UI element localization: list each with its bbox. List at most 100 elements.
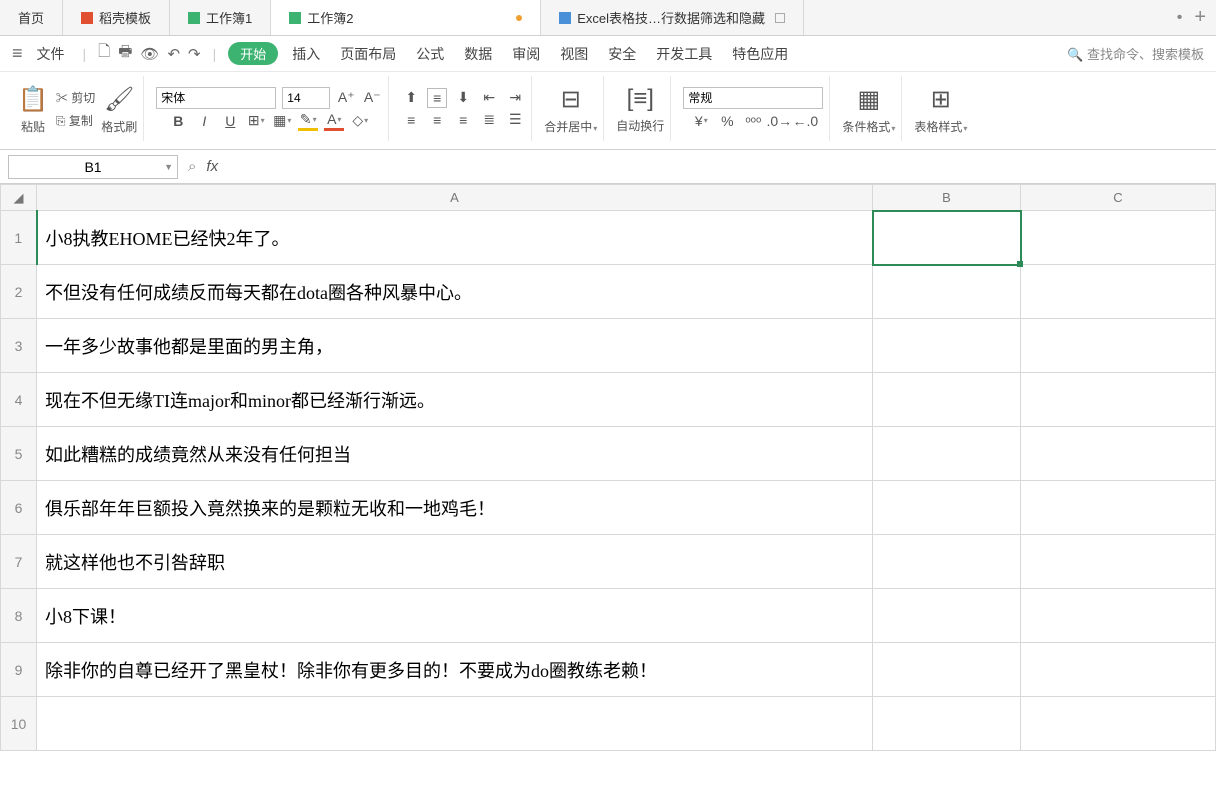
- cell-selected[interactable]: [873, 211, 1021, 265]
- font-size-combo[interactable]: [282, 87, 330, 109]
- number-format-combo[interactable]: [683, 87, 823, 109]
- select-all-corner[interactable]: ◢: [1, 185, 37, 211]
- row-header[interactable]: 3: [1, 319, 37, 373]
- wrap-button[interactable]: [≡]自动换行: [616, 83, 664, 134]
- cell[interactable]: 一年多少故事他都是里面的男主角，: [37, 319, 873, 373]
- tab-workbook2[interactable]: 工作簿2: [271, 0, 541, 35]
- row-header[interactable]: 6: [1, 481, 37, 535]
- col-header-a[interactable]: A: [37, 185, 873, 211]
- row-header[interactable]: 7: [1, 535, 37, 589]
- thousand-icon[interactable]: ᵒᵒᵒ: [743, 111, 763, 131]
- cell[interactable]: [37, 697, 873, 751]
- menu-special[interactable]: 特色应用: [726, 42, 794, 66]
- undo-icon[interactable]: ↶: [167, 45, 180, 63]
- cell[interactable]: [873, 697, 1021, 751]
- underline-button[interactable]: U: [220, 111, 240, 131]
- menu-formula[interactable]: 公式: [410, 42, 450, 66]
- col-header-b[interactable]: B: [873, 185, 1021, 211]
- cell[interactable]: [1021, 319, 1216, 373]
- cell[interactable]: [1021, 427, 1216, 481]
- increase-font-icon[interactable]: A⁺: [336, 88, 356, 108]
- tab-excel-doc[interactable]: Excel表格技…行数据筛选和隐藏: [541, 0, 804, 35]
- print-icon[interactable]: 🖶: [118, 41, 132, 66]
- cell[interactable]: [873, 535, 1021, 589]
- fx-label[interactable]: fx: [206, 158, 218, 175]
- cut-button[interactable]: ✂ 剪切: [56, 89, 95, 106]
- cell[interactable]: [1021, 211, 1216, 265]
- italic-button[interactable]: I: [194, 111, 214, 131]
- preview-icon[interactable]: 👁: [140, 45, 159, 63]
- cell[interactable]: [873, 319, 1021, 373]
- cell[interactable]: [1021, 589, 1216, 643]
- menu-security[interactable]: 安全: [602, 42, 642, 66]
- menu-data[interactable]: 数据: [458, 42, 498, 66]
- inc-decimal-icon[interactable]: .0→: [769, 111, 789, 131]
- align-dist-icon[interactable]: ☰: [505, 110, 525, 130]
- cell[interactable]: [1021, 373, 1216, 427]
- command-search[interactable]: 🔍 查找命令、搜索模板: [1067, 44, 1204, 63]
- font-name-combo[interactable]: [156, 87, 276, 109]
- row-header[interactable]: 5: [1, 427, 37, 481]
- row-header[interactable]: 8: [1, 589, 37, 643]
- align-center-icon[interactable]: ≡: [427, 110, 447, 130]
- tab-home[interactable]: 首页: [0, 0, 63, 35]
- cell[interactable]: 如此糟糕的成绩竟然从来没有任何担当: [37, 427, 873, 481]
- cell[interactable]: [873, 427, 1021, 481]
- cell[interactable]: [873, 265, 1021, 319]
- cell[interactable]: [1021, 481, 1216, 535]
- indent-inc-icon[interactable]: ⇥: [505, 88, 525, 108]
- row-header[interactable]: 9: [1, 643, 37, 697]
- menu-start[interactable]: 开始: [228, 42, 278, 65]
- redo-icon[interactable]: ↷: [188, 45, 201, 63]
- cell[interactable]: 现在不但无缘TI连major和minor都已经渐行渐远。: [37, 373, 873, 427]
- row-header[interactable]: 4: [1, 373, 37, 427]
- fill-handle[interactable]: [1017, 261, 1023, 267]
- menu-insert[interactable]: 插入: [286, 42, 326, 66]
- valign-mid-icon[interactable]: ≡: [427, 88, 447, 108]
- menu-page-layout[interactable]: 页面布局: [334, 42, 402, 66]
- tab-templates[interactable]: 稻壳模板: [63, 0, 170, 35]
- cell[interactable]: [1021, 697, 1216, 751]
- valign-top-icon[interactable]: ⬆: [401, 88, 421, 108]
- cell[interactable]: [1021, 535, 1216, 589]
- cell[interactable]: [873, 481, 1021, 535]
- row-header[interactable]: 1: [1, 211, 37, 265]
- bold-button[interactable]: B: [168, 111, 188, 131]
- cell[interactable]: 就这样他也不引咎辞职: [37, 535, 873, 589]
- copy-button[interactable]: ⎘ 复制: [56, 112, 95, 129]
- menu-file[interactable]: 文件: [31, 42, 71, 66]
- hamburger-icon[interactable]: ≡: [12, 43, 23, 64]
- valign-bot-icon[interactable]: ⬇: [453, 88, 473, 108]
- cell[interactable]: [873, 373, 1021, 427]
- paste-button[interactable]: 📋粘贴: [16, 83, 50, 135]
- cell[interactable]: 小8执教EHOME已经快2年了。: [37, 211, 873, 265]
- tab-workbook1[interactable]: 工作簿1: [170, 0, 271, 35]
- cell[interactable]: 俱乐部年年巨额投入竟然换来的是颗粒无收和一地鸡毛！: [37, 481, 873, 535]
- col-header-c[interactable]: C: [1021, 185, 1216, 211]
- merge-button[interactable]: ⊟合并居中▾: [544, 83, 597, 135]
- decrease-font-icon[interactable]: A⁻: [362, 88, 382, 108]
- cell[interactable]: 除非你的自尊已经开了黑皇杖！除非你有更多目的！不要成为do圈教练老赖！: [37, 643, 873, 697]
- cond-format-button[interactable]: ▦条件格式▾: [842, 83, 895, 135]
- row-header[interactable]: 2: [1, 265, 37, 319]
- menu-view[interactable]: 视图: [554, 42, 594, 66]
- clear-format-button[interactable]: ◇▾: [350, 111, 370, 131]
- cell[interactable]: 不但没有任何成绩反而每天都在dota圈各种风暴中心。: [37, 265, 873, 319]
- zoom-icon[interactable]: ⌕: [188, 158, 196, 175]
- currency-icon[interactable]: ¥▾: [691, 111, 711, 131]
- menu-developer[interactable]: 开发工具: [650, 42, 718, 66]
- format-painter-button[interactable]: 🖌格式刷: [101, 83, 137, 135]
- name-box[interactable]: B1▼: [8, 155, 178, 179]
- cell[interactable]: [1021, 265, 1216, 319]
- cell-style-button[interactable]: ▦▾: [272, 111, 292, 131]
- row-header[interactable]: 10: [1, 697, 37, 751]
- percent-icon[interactable]: %: [717, 111, 737, 131]
- border-button[interactable]: ⊞▾: [246, 111, 266, 131]
- dec-decimal-icon[interactable]: ←.0: [795, 111, 815, 131]
- font-color-button[interactable]: A▾: [324, 111, 344, 131]
- menu-review[interactable]: 审阅: [506, 42, 546, 66]
- save-icon[interactable]: 🗋: [98, 41, 110, 66]
- cell[interactable]: [873, 589, 1021, 643]
- align-left-icon[interactable]: ≡: [401, 110, 421, 130]
- tab-list-icon[interactable]: •: [1177, 9, 1183, 27]
